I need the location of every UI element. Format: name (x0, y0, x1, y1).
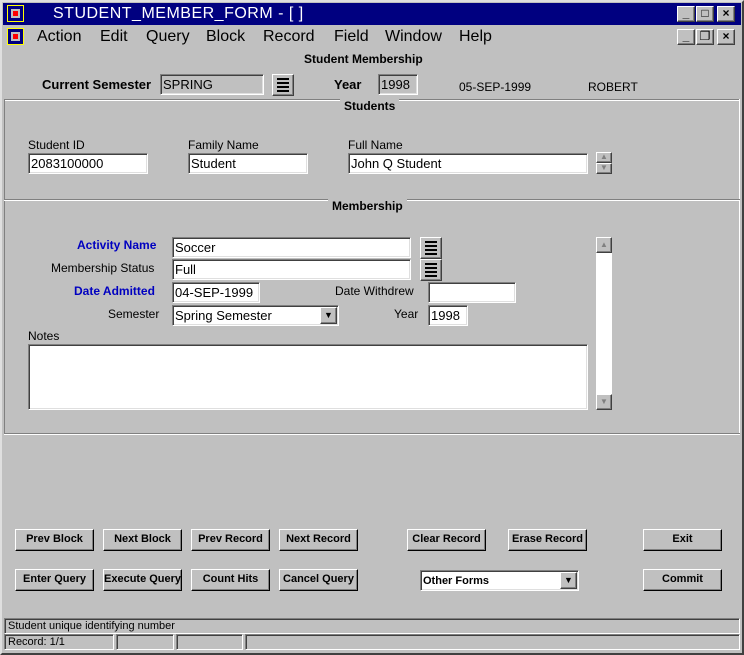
window-title: STUDENT_MEMBER_FORM - [ ] (53, 5, 304, 22)
current-date: 05-SEP-1999 (459, 80, 532, 94)
membership-year-label: Year (394, 307, 419, 321)
menu-field[interactable]: Field (334, 28, 369, 46)
status-hint: Student unique identifying number (4, 618, 740, 634)
section-border-left (4, 99, 5, 434)
header-year-field[interactable]: 1998 (378, 74, 418, 95)
mdi-minimize-button[interactable]: _ (677, 29, 695, 45)
full-name-label: Full Name (348, 138, 403, 152)
notes-field[interactable] (28, 344, 588, 410)
membership-section-title: Membership (328, 199, 407, 213)
section-bottom-border (4, 433, 740, 435)
activity-name-label: Activity Name (77, 238, 157, 252)
membership-scroll-up-icon[interactable]: ▲ (596, 237, 612, 253)
menu-bar: Action Edit Query Block Record Field Win… (3, 26, 741, 48)
students-scroll-up-icon[interactable]: ▲ (596, 152, 612, 163)
student-id-label: Student ID (28, 138, 85, 152)
menu-action[interactable]: Action (37, 28, 81, 46)
status-cell-2 (116, 634, 174, 650)
title-bar[interactable]: STUDENT_MEMBER_FORM - [ ] _ □ × (3, 3, 741, 25)
status-record: Record: 1/1 (4, 634, 114, 650)
family-name-field[interactable]: Student (188, 153, 308, 174)
students-scroll-down-icon[interactable]: ▼ (596, 163, 612, 174)
menu-query[interactable]: Query (146, 28, 190, 46)
menu-record[interactable]: Record (263, 28, 315, 46)
family-name-label: Family Name (188, 138, 259, 152)
cancel-query-button[interactable]: Cancel Query (279, 569, 358, 591)
other-forms-value: Other Forms (423, 575, 490, 587)
count-hits-button[interactable]: Count Hits (191, 569, 270, 591)
date-admitted-field[interactable]: 04-SEP-1999 (172, 282, 260, 303)
membership-year-field[interactable]: 1998 (428, 305, 468, 326)
menu-block[interactable]: Block (206, 28, 245, 46)
mdi-restore-button[interactable]: ❐ (696, 29, 714, 45)
student-id-field[interactable]: 2083100000 (28, 153, 148, 174)
app-icon[interactable] (7, 5, 24, 22)
membership-status-label: Membership Status (51, 261, 155, 275)
activity-name-field[interactable]: Soccer (172, 237, 411, 258)
section-border-right (739, 99, 740, 434)
date-withdrew-field[interactable] (428, 282, 516, 303)
header-year-label: Year (334, 77, 362, 92)
membership-scroll-down-icon[interactable]: ▼ (596, 394, 612, 410)
date-admitted-label: Date Admitted (74, 284, 155, 298)
prev-block-button[interactable]: Prev Block (15, 529, 94, 551)
exit-button[interactable]: Exit (643, 529, 722, 551)
lov-icon[interactable] (272, 74, 294, 96)
menu-edit[interactable]: Edit (100, 28, 128, 46)
menu-window[interactable]: Window (385, 28, 442, 46)
semester-select[interactable]: Spring Semester (172, 305, 339, 326)
maximize-button[interactable]: □ (696, 6, 714, 22)
students-section-title: Students (340, 99, 400, 113)
current-user: ROBERT (588, 80, 638, 94)
enter-query-button[interactable]: Enter Query (15, 569, 94, 591)
commit-button[interactable]: Commit (643, 569, 722, 591)
status-cell-3 (176, 634, 243, 650)
other-forms-select[interactable]: Other Forms (420, 570, 579, 591)
current-semester-label: Current Semester (42, 77, 152, 92)
membership-status-field[interactable]: Full (172, 259, 411, 280)
semester-select-value: Spring Semester (175, 308, 272, 323)
menu-help[interactable]: Help (459, 28, 492, 46)
current-semester-field[interactable]: SPRING (160, 74, 264, 95)
minimize-button[interactable]: _ (677, 6, 695, 22)
full-name-field[interactable]: John Q Student (348, 153, 588, 174)
mdi-close-button[interactable]: × (717, 29, 735, 45)
notes-label: Notes (28, 329, 60, 343)
status-cell-4 (245, 634, 740, 650)
next-block-button[interactable]: Next Block (103, 529, 182, 551)
other-forms-chevron-down-icon[interactable]: ▼ (560, 572, 577, 589)
close-button[interactable]: × (717, 6, 735, 22)
document-icon[interactable] (7, 28, 24, 45)
form-title: Student Membership (304, 52, 423, 66)
next-record-button[interactable]: Next Record (279, 529, 358, 551)
status-lov-icon[interactable] (420, 259, 442, 281)
semester-label: Semester (108, 307, 160, 321)
prev-record-button[interactable]: Prev Record (191, 529, 270, 551)
erase-record-button[interactable]: Erase Record (508, 529, 587, 551)
activity-lov-icon[interactable] (420, 237, 442, 259)
clear-record-button[interactable]: Clear Record (407, 529, 486, 551)
membership-scrollbar[interactable] (596, 237, 612, 410)
semester-chevron-down-icon[interactable]: ▼ (320, 307, 337, 324)
execute-query-button[interactable]: Execute Query (103, 569, 182, 591)
date-withdrew-label: Date Withdrew (335, 284, 414, 298)
